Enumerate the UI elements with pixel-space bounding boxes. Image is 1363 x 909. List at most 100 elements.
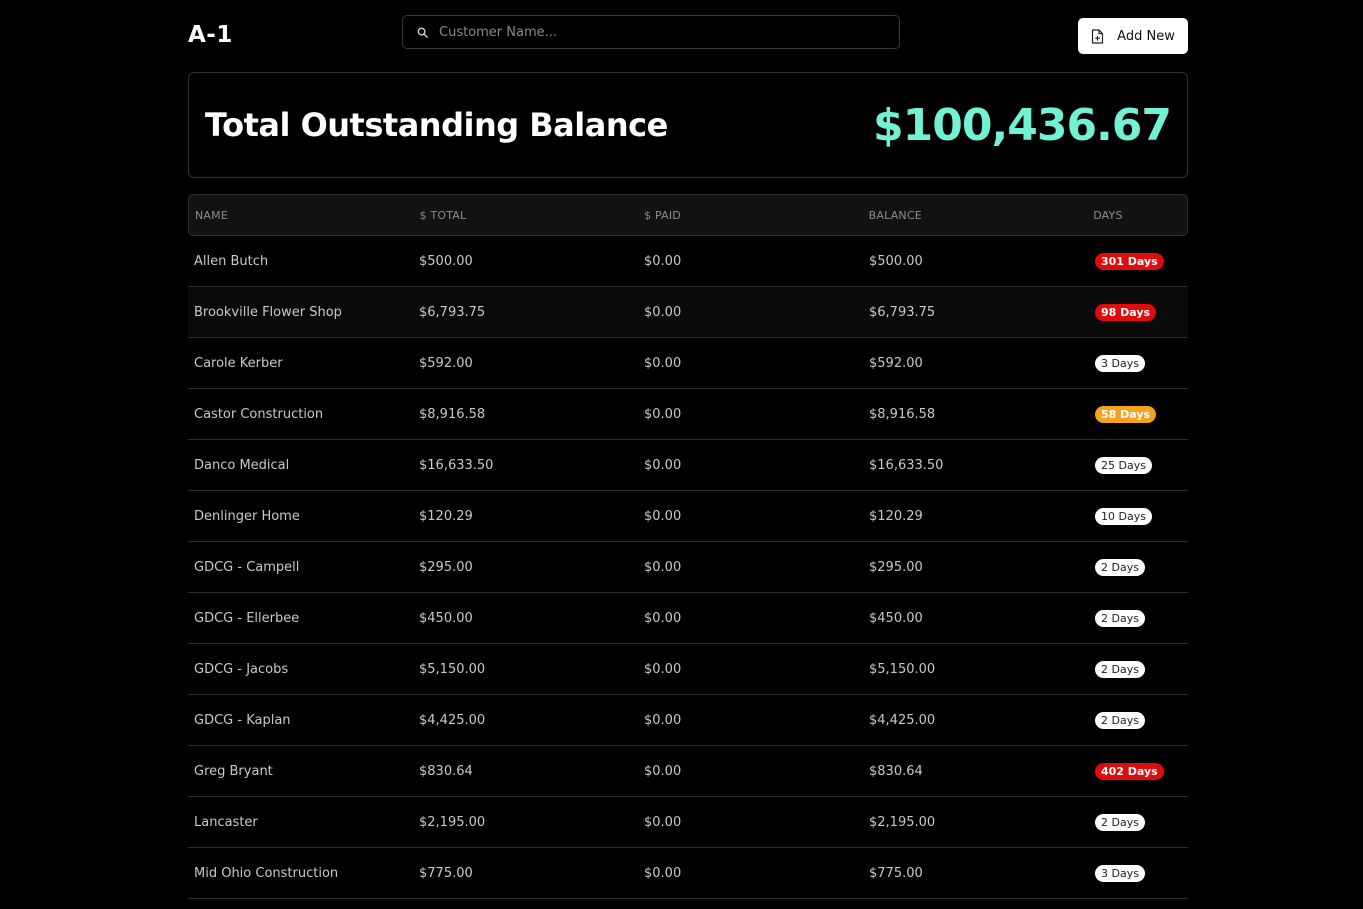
balance-title: Total Outstanding Balance	[205, 106, 668, 144]
cell-days: 10 Days	[1088, 507, 1188, 525]
balance-summary-card: Total Outstanding Balance $100,436.67	[188, 72, 1188, 178]
cell-paid: $0.00	[644, 253, 682, 269]
cell-total: $450.00	[419, 610, 473, 626]
customer-search-input[interactable]	[439, 24, 899, 40]
cell-paid: $0.00	[644, 610, 682, 626]
table-row[interactable]: Castor Construction $8,916.58 $0.00 $8,916.…	[188, 389, 1188, 440]
cell-days: 2 Days	[1088, 813, 1188, 831]
cell-total: $5,150.00	[419, 661, 486, 677]
cell-total: $4,425.00	[419, 712, 486, 728]
cell-paid: $0.00	[644, 763, 682, 779]
cell-name: Greg Bryant	[194, 763, 273, 779]
cell-balance: $830.64	[869, 763, 923, 779]
cell-name: Lancaster	[194, 814, 258, 830]
cell-total: $8,916.58	[419, 406, 486, 422]
table-row[interactable]: GDCG - Kaplan $4,425.00 $0.00 $4,425.00 2 Da…	[188, 695, 1188, 746]
cell-total: $500.00	[419, 253, 473, 269]
cell-name: Denlinger Home	[194, 508, 300, 524]
cell-total: $775.00	[419, 865, 473, 881]
cell-days: 301 Days	[1088, 252, 1188, 270]
cell-name: Castor Construction	[194, 406, 324, 422]
cell-total: $6,793.75	[419, 304, 486, 320]
cell-paid: $0.00	[644, 406, 682, 422]
cell-balance: $120.29	[869, 508, 923, 524]
table-row[interactable]: Denlinger Home $120.29 $0.00 $120.29 10 Days	[188, 491, 1188, 542]
cell-paid: $0.00	[644, 865, 682, 881]
cell-days: 98 Days	[1088, 303, 1188, 321]
cell-name: GDCG - Campell	[194, 559, 300, 575]
cell-total: $295.00	[419, 559, 473, 575]
cell-days: 58 Days	[1088, 405, 1188, 423]
cell-name: Brookville Flower Shop	[194, 304, 342, 320]
cell-paid: $0.00	[644, 457, 682, 473]
cell-paid: $0.00	[644, 355, 682, 371]
column-header-name[interactable]: NAME	[189, 209, 414, 222]
table-row[interactable]: Greg Bryant $830.64 $0.00 $830.64 402 Days	[188, 746, 1188, 797]
days-badge: 301 Days	[1095, 252, 1164, 270]
column-header-total[interactable]: $ TOTAL	[414, 209, 639, 222]
cell-total: $16,633.50	[419, 457, 494, 473]
table-row[interactable]: GDCG - Jacobs $5,150.00 $0.00 $5,150.00 2 Da…	[188, 644, 1188, 695]
cell-name: Danco Medical	[194, 457, 290, 473]
cell-total: $2,195.00	[419, 814, 486, 830]
cell-name: GDCG - Kaplan	[194, 712, 291, 728]
table-row[interactable]: GDCG - Campell $295.00 $0.00 $295.00 2 Days	[188, 542, 1188, 593]
cell-total: $120.29	[419, 508, 473, 524]
cell-paid: $0.00	[644, 814, 682, 830]
cell-balance: $8,916.58	[869, 406, 936, 422]
cell-name: Carole Kerber	[194, 355, 283, 371]
cell-balance: $16,633.50	[869, 457, 944, 473]
cell-days: 3 Days	[1088, 354, 1188, 372]
header: A-1 Add New	[188, 0, 1188, 72]
table-row[interactable]: Mid Ohio Construction $775.00 $0.00 $775.00…	[188, 848, 1188, 899]
column-header-paid[interactable]: $ PAID	[638, 209, 863, 222]
cell-balance: $500.00	[869, 253, 923, 269]
cell-paid: $0.00	[644, 559, 682, 575]
table-row[interactable]: Lancaster $2,195.00 $0.00 $2,195.00 2 Days	[188, 797, 1188, 848]
days-badge: 58 Days	[1095, 405, 1157, 423]
table-row[interactable]: Allen Butch $500.00 $0.00 $500.00 301 Days	[188, 236, 1188, 287]
search-box[interactable]	[402, 15, 900, 49]
file-plus-icon	[1091, 28, 1105, 44]
table-row[interactable]: GDCG - Ellerbee $450.00 $0.00 $450.00 2 Days	[188, 593, 1188, 644]
table-row[interactable]: Carole Kerber $592.00 $0.00 $592.00 3 Days	[188, 338, 1188, 389]
cell-paid: $0.00	[644, 712, 682, 728]
app-logo[interactable]: A-1	[188, 22, 233, 48]
customers-table: NAME $ TOTAL $ PAID BALANCE DAYS Allen B…	[188, 194, 1188, 899]
days-badge: 25 Days	[1095, 456, 1152, 474]
search-icon	[415, 25, 429, 39]
column-header-balance[interactable]: BALANCE	[863, 209, 1088, 222]
cell-balance: $4,425.00	[869, 712, 936, 728]
days-badge: 3 Days	[1095, 864, 1145, 882]
cell-balance: $6,793.75	[869, 304, 936, 320]
cell-name: GDCG - Jacobs	[194, 661, 289, 677]
days-badge: 2 Days	[1095, 813, 1145, 831]
cell-days: 2 Days	[1088, 660, 1188, 678]
days-badge: 2 Days	[1095, 711, 1145, 729]
cell-days: 25 Days	[1088, 456, 1188, 474]
cell-name: Allen Butch	[194, 253, 269, 269]
table-row[interactable]: Danco Medical $16,633.50 $0.00 $16,633.50 25…	[188, 440, 1188, 491]
page-container: A-1 Add New Total Outsta	[188, 0, 1188, 899]
cell-days: 2 Days	[1088, 558, 1188, 576]
days-badge: 2 Days	[1095, 558, 1145, 576]
add-new-label: Add New	[1117, 28, 1175, 44]
cell-days: 2 Days	[1088, 711, 1188, 729]
table-row[interactable]: Brookville Flower Shop $6,793.75 $0.00 $6,7…	[188, 287, 1188, 338]
column-header-days[interactable]: DAYS	[1087, 209, 1187, 222]
days-badge: 2 Days	[1095, 609, 1145, 627]
add-new-button[interactable]: Add New	[1078, 18, 1188, 54]
days-badge: 3 Days	[1095, 354, 1145, 372]
days-badge: 10 Days	[1095, 507, 1152, 525]
cell-name: Mid Ohio Construction	[194, 865, 339, 881]
cell-paid: $0.00	[644, 304, 682, 320]
cell-balance: $2,195.00	[869, 814, 936, 830]
cell-total: $830.64	[419, 763, 473, 779]
cell-days: 3 Days	[1088, 864, 1188, 882]
cell-balance: $450.00	[869, 610, 923, 626]
cell-paid: $0.00	[644, 508, 682, 524]
days-badge: 2 Days	[1095, 660, 1145, 678]
cell-name: GDCG - Ellerbee	[194, 610, 300, 626]
cell-balance: $5,150.00	[869, 661, 936, 677]
cell-balance: $775.00	[869, 865, 923, 881]
